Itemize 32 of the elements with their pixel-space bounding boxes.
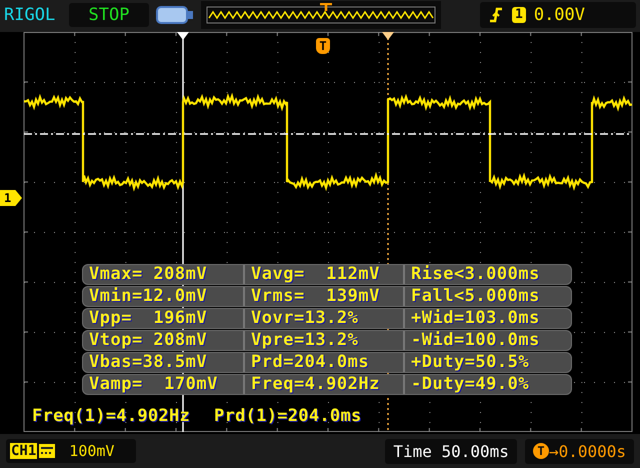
measurement-value: Vpre=13.2% [243,331,403,350]
measurement-value: Prd=204.0ms [243,353,403,372]
run-status[interactable]: STOP [69,3,149,27]
measurement-value: Vovr=13.2% [243,309,403,328]
channel-badge: CH1 [10,443,38,459]
measurement-value: Vavg= 112mV [243,265,403,284]
measurement-value: Vtop= 208mV [88,331,208,350]
measurement-value: Vamp= 170mV [88,375,219,394]
channel-panel[interactable]: CH1 100mV [6,439,136,463]
timebase[interactable]: Time 50.00ms [385,438,517,464]
measurement-value: -Duty=49.0% [403,375,571,394]
trigger-level: 0.00V [534,5,586,25]
measurement-value: +Duty=50.5% [403,353,571,372]
measurement-value: Vmin=12.0mV [88,287,208,306]
measurement-value: Fall<5.000ms [403,287,571,306]
trigger-source-badge: 1 [512,7,526,23]
measurement-value: Vrms= 139mV [243,287,403,306]
measurement-value: Freq=4.902Hz [243,375,403,394]
brand-logo: RIGOL [4,5,56,25]
measurement-readout: Prd(1)=204.0ms [214,406,362,426]
trigger-offset: →0.0000s [548,442,626,460]
channel-marker[interactable]: 1 [0,190,22,206]
measurement-value: Vbas=38.5mV [88,353,208,372]
vertical-scale: 100mV [69,442,114,460]
measurement-value: -Wid=100.0ms [403,331,571,350]
measurement-value: Vpp= 196mV [88,309,208,328]
trigger-marker[interactable]: T [316,38,330,54]
trigger-offset-panel[interactable]: T →0.0000s [524,438,634,464]
trigger-badge: T [532,443,549,459]
measurement-value: +Wid=103.0ms [403,309,571,328]
measurement-value: Vmax= 208mV [88,265,208,284]
measurement-value: Rise<3.000ms [403,265,571,284]
